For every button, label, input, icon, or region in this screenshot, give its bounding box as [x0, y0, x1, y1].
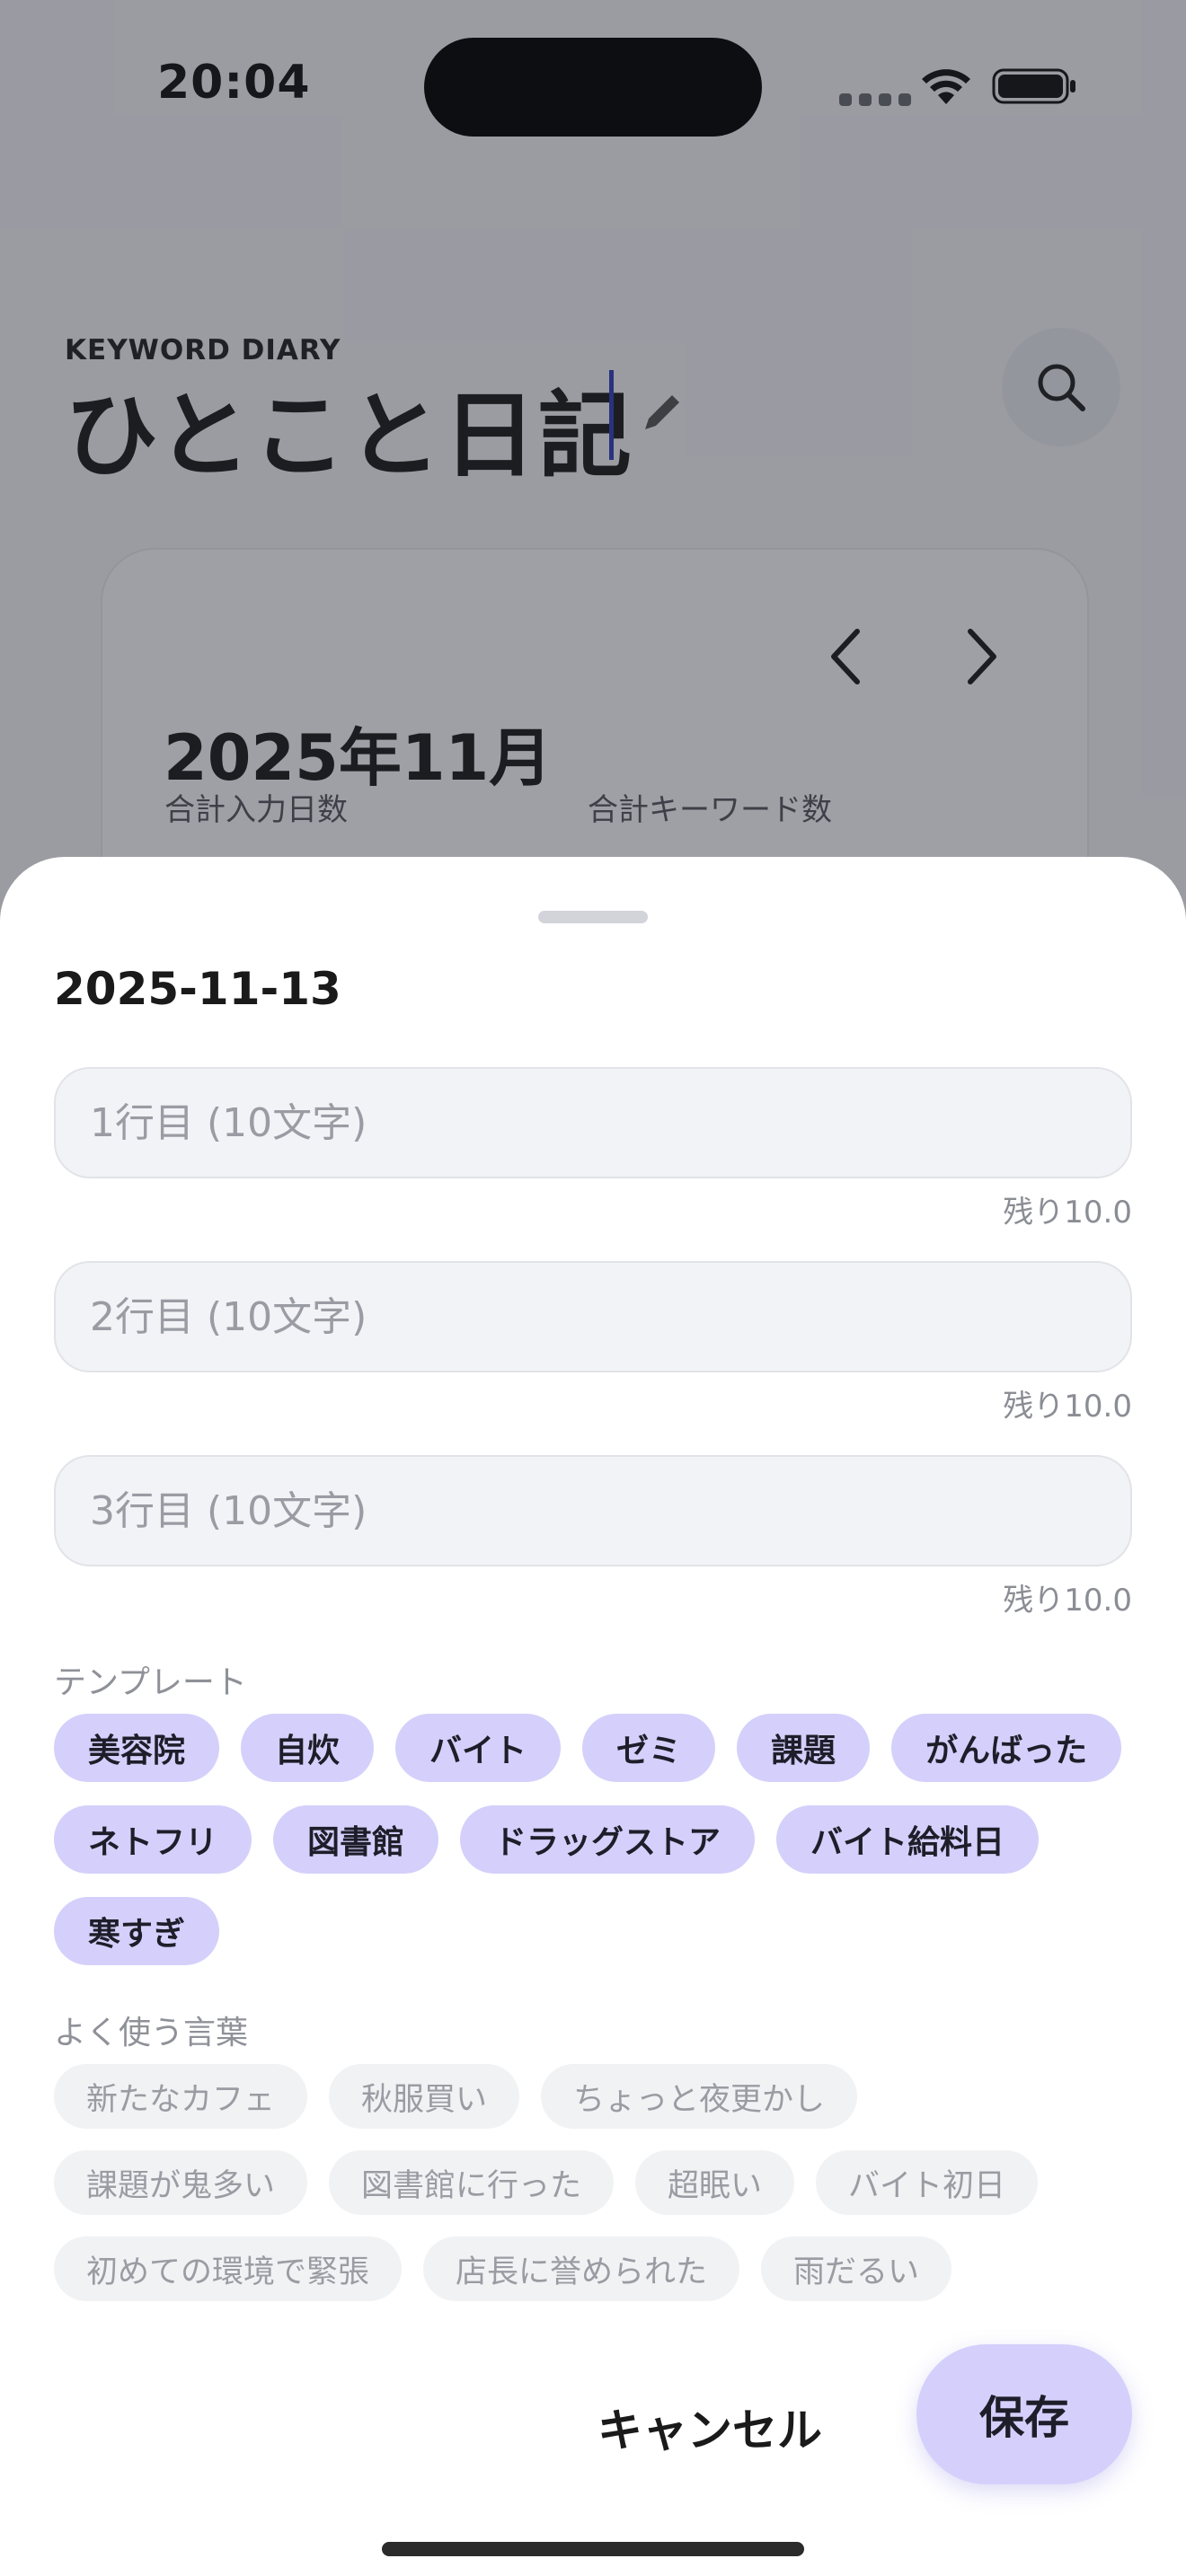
line-2-input[interactable]: [54, 1261, 1132, 1372]
word-chip[interactable]: 秋服買い: [329, 2064, 520, 2129]
template-chip[interactable]: ネトフリ: [54, 1805, 252, 1874]
line-3-remaining: 残り10.0: [1003, 1583, 1132, 1619]
word-chip[interactable]: 超眠い: [635, 2150, 795, 2215]
home-indicator: [382, 2542, 804, 2556]
template-chip[interactable]: バイト: [395, 1714, 562, 1782]
template-chip[interactable]: 寒すぎ: [54, 1897, 220, 1965]
template-chip[interactable]: ゼミ: [582, 1714, 716, 1782]
templates-label: テンプレート: [54, 1664, 247, 1701]
word-chip-row: 初めての環境で緊張 店長に誉められた 雨だるい: [54, 2236, 952, 2301]
entry-sheet: 2025-11-13 残り10.0 残り10.0 残り10.0 テンプレート 美…: [0, 857, 1186, 2576]
template-chip[interactable]: 自炊: [241, 1714, 375, 1782]
line-1-input[interactable]: [54, 1067, 1132, 1178]
word-chip-row: 新たなカフェ 秋服買い ちょっと夜更かし: [54, 2064, 858, 2129]
template-chip[interactable]: ドラッグストア: [460, 1805, 756, 1874]
word-chip[interactable]: バイト初日: [816, 2150, 1039, 2215]
line-1-remaining: 残り10.0: [1003, 1195, 1132, 1231]
screen: 20:04 KEYWORD DIARY ひとこと日記 2025年11月 合計入力…: [0, 0, 1186, 2576]
entry-date: 2025-11-13: [54, 963, 341, 1015]
word-chip[interactable]: 雨だるい: [761, 2236, 952, 2301]
cancel-button[interactable]: キャンセル: [584, 2369, 836, 2485]
word-chip[interactable]: 初めての環境で緊張: [54, 2236, 403, 2301]
template-chip-row: 寒すぎ: [54, 1897, 220, 1965]
template-chip[interactable]: 課題: [737, 1714, 871, 1782]
word-chip[interactable]: 図書館に行った: [329, 2150, 615, 2215]
template-chip[interactable]: バイト給料日: [776, 1805, 1040, 1874]
word-chip[interactable]: 店長に誉められた: [423, 2236, 740, 2301]
word-chip[interactable]: 課題が鬼多い: [54, 2150, 308, 2215]
sheet-grabber[interactable]: [538, 911, 648, 923]
template-chip[interactable]: 図書館: [273, 1805, 439, 1874]
word-chip[interactable]: 新たなカフェ: [54, 2064, 308, 2129]
template-chip-row: 美容院 自炊 バイト ゼミ 課題 がんばった: [54, 1714, 1122, 1782]
word-chip[interactable]: ちょっと夜更かし: [541, 2064, 858, 2129]
word-chip-row: 課題が鬼多い 図書館に行った 超眠い バイト初日: [54, 2150, 1039, 2215]
template-chip[interactable]: がんばった: [891, 1714, 1122, 1782]
template-chip[interactable]: 美容院: [54, 1714, 220, 1782]
frequent-words-label: よく使う言葉: [54, 2015, 249, 2051]
save-button[interactable]: 保存: [916, 2344, 1132, 2484]
template-chip-row: ネトフリ 図書館 ドラッグストア バイト給料日: [54, 1805, 1040, 1874]
line-3-input[interactable]: [54, 1455, 1132, 1566]
line-2-remaining: 残り10.0: [1003, 1389, 1132, 1425]
